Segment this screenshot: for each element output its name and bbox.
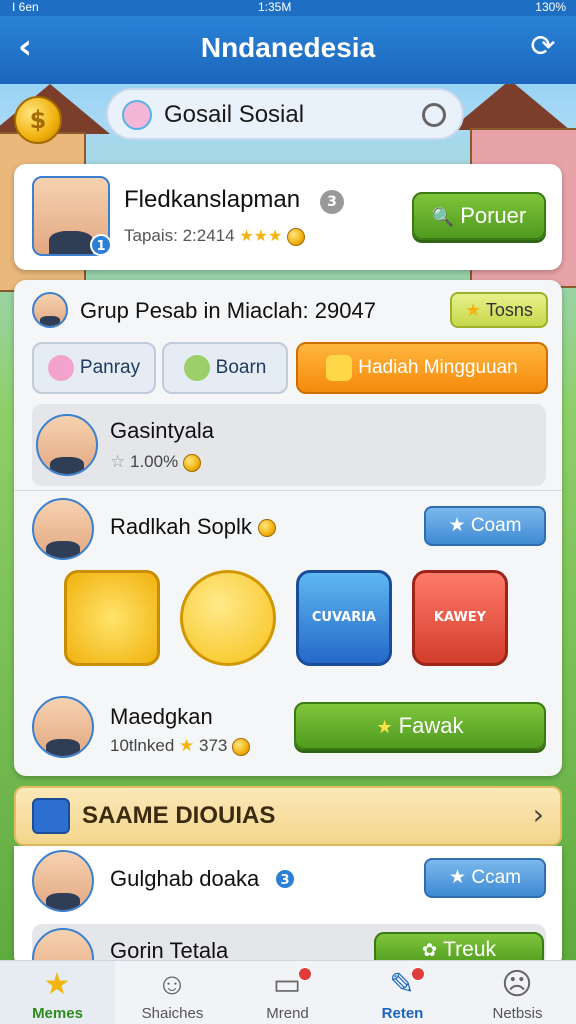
refresh-icon[interactable]: ⟳	[526, 30, 560, 64]
profile-action-label: Poruer	[460, 203, 527, 228]
section-list: Gulghab doaka 3 ★ Ccam Gorin Tetala ✿ Tre…	[14, 846, 562, 990]
coin-icon	[258, 519, 276, 538]
member-sub-text: 10tlnked	[110, 736, 175, 755]
list-item[interactable]: Gasintyala ☆ 1.00%	[32, 404, 546, 486]
fawak-label: Fawak	[398, 713, 464, 738]
divider	[14, 490, 562, 491]
smiley-sticker[interactable]	[180, 570, 276, 666]
star-icon: ★	[465, 300, 482, 320]
coin-icon	[182, 453, 201, 472]
nav-reten[interactable]: ✎ Reten	[345, 961, 460, 1024]
tab-panray[interactable]: Panray	[32, 342, 156, 394]
chevron-right-icon[interactable]: ›	[533, 798, 544, 831]
avatar-badge: 1	[90, 234, 112, 256]
battery-text: 130%	[535, 0, 566, 14]
list-item: Maedgkan 10tlnked ★ 373 ★ Fawak	[32, 690, 546, 770]
star-icon: ★	[43, 968, 71, 1001]
fawak-button[interactable]: ★ Fawak	[294, 702, 546, 750]
app-header: ‹ Nndanedesia ⟳	[0, 16, 576, 84]
nav-label: Shaiches	[141, 1005, 204, 1022]
member-name: Gulghab doaka	[110, 866, 260, 891]
profile-action-button[interactable]: 🔍 Poruer	[412, 192, 546, 240]
bottom-nav: ★ Memes ☺ Shaiches ▭ Mrend ✎ Reten ☹ Net…	[0, 960, 576, 1024]
nav-shaiches[interactable]: ☺ Shaiches	[115, 961, 230, 1024]
nav-netbsis[interactable]: ☹ Netbsis	[460, 961, 575, 1024]
member-name-text: Radlkah Soplk	[110, 514, 252, 539]
page-title: Nndanedesia	[200, 32, 376, 63]
ccam-label: Ccam	[471, 867, 521, 888]
coam-button[interactable]: ★ Coam	[424, 506, 546, 546]
nav-label: Memes	[32, 1005, 83, 1022]
star-icon: ★	[449, 867, 467, 888]
coin-icon	[232, 737, 251, 756]
search-text: Gosail Sosial	[164, 101, 305, 128]
member-sub: 10tlnked ★ 373	[110, 736, 251, 756]
profile-stats-text: Tapais: 2:2414	[124, 226, 235, 245]
nav-memes[interactable]: ★ Memes	[0, 961, 115, 1024]
green-character-icon	[183, 354, 210, 381]
section-label: SAAME DIOUIAS	[82, 802, 276, 829]
carrier-text: I 6en	[12, 0, 39, 14]
coin-icon: $	[14, 96, 62, 144]
gold-star-sticker[interactable]	[64, 570, 160, 666]
star-icon: ★	[448, 515, 466, 536]
gift-icon	[326, 354, 353, 381]
profile-name: Fledkanslapman	[124, 186, 301, 213]
notification-dot	[411, 967, 425, 981]
member-avatar[interactable]	[32, 696, 94, 758]
group-panel: Grup Pesab in Miaclah: 29047 ★ Tosns Pan…	[14, 280, 562, 776]
nav-label: Mrend	[266, 1005, 309, 1022]
member-score: 1.00%	[129, 452, 179, 471]
tab-label: Panray	[79, 357, 141, 378]
tab-label: Boarn	[215, 357, 267, 378]
kawey-box-sticker[interactable]: KAWEY	[412, 570, 508, 666]
treuk-label: Treuk	[443, 938, 496, 961]
house-roof	[450, 84, 570, 130]
pink-character-icon	[47, 354, 74, 381]
search-avatar-icon	[122, 100, 152, 130]
clock: 1:35M	[258, 0, 292, 14]
member-badge: 3	[274, 868, 296, 890]
member-avatar	[36, 414, 98, 476]
member-points: 373	[199, 736, 228, 755]
notification-dot	[298, 967, 312, 981]
star-icon: ★	[179, 736, 195, 755]
member-sub: ☆ 1.00%	[110, 452, 201, 472]
nav-label: Netbsis	[492, 1005, 543, 1022]
nav-label: Reten	[381, 1005, 424, 1022]
smile-icon: ☺	[156, 968, 188, 1001]
nav-mrend[interactable]: ▭ Mrend	[230, 961, 345, 1024]
chest-icon	[32, 798, 70, 834]
tab-hadiah-mingguan[interactable]: Hadiah Mingguuan	[296, 342, 548, 394]
member-avatar[interactable]	[32, 850, 94, 912]
tab-boarn[interactable]: Boarn	[162, 342, 288, 394]
cuvaria-case-sticker[interactable]: CUVARIA	[296, 570, 392, 666]
member-name: Maedgkan	[110, 704, 213, 729]
tosns-button[interactable]: ★ Tosns	[450, 292, 548, 328]
profile-card: 1 Fledkanslapman 3 Tapais: 2:2414 ★★★ 🔍 P…	[14, 164, 562, 270]
star-icon: ★	[376, 717, 393, 737]
profile-stats: Tapais: 2:2414 ★★★	[124, 226, 306, 246]
list-item: Gulghab doaka 3 ★ Ccam	[32, 846, 546, 916]
ccam-button[interactable]: ★ Ccam	[424, 858, 546, 898]
coin-icon	[287, 227, 306, 246]
member-name: Gasintyala	[110, 418, 214, 443]
group-title: Grup Pesab in Miaclah: 29047	[80, 298, 376, 323]
stars-icon: ★★★	[239, 228, 283, 245]
group-avatar	[32, 292, 68, 328]
tab-label: Hadiah Mingguuan	[358, 357, 518, 378]
member-avatar[interactable]	[32, 498, 94, 560]
radio-circle-icon[interactable]	[422, 103, 446, 127]
star-outline-icon: ☆	[110, 452, 126, 471]
coam-label: Coam	[470, 515, 522, 536]
plant-icon: ✿	[422, 940, 438, 960]
member-name: Radlkah Soplk	[110, 514, 276, 540]
status-bar: I 6en 1:35M 130%	[0, 0, 576, 16]
tosns-label: Tosns	[485, 300, 533, 320]
sad-face-icon: ☹	[501, 968, 533, 1001]
search-bar[interactable]: Gosail Sosial	[106, 88, 464, 140]
level-badge: 3	[320, 190, 344, 214]
search-icon: 🔍	[431, 207, 455, 227]
section-header[interactable]: SAAME DIOUIAS ›	[14, 786, 562, 846]
